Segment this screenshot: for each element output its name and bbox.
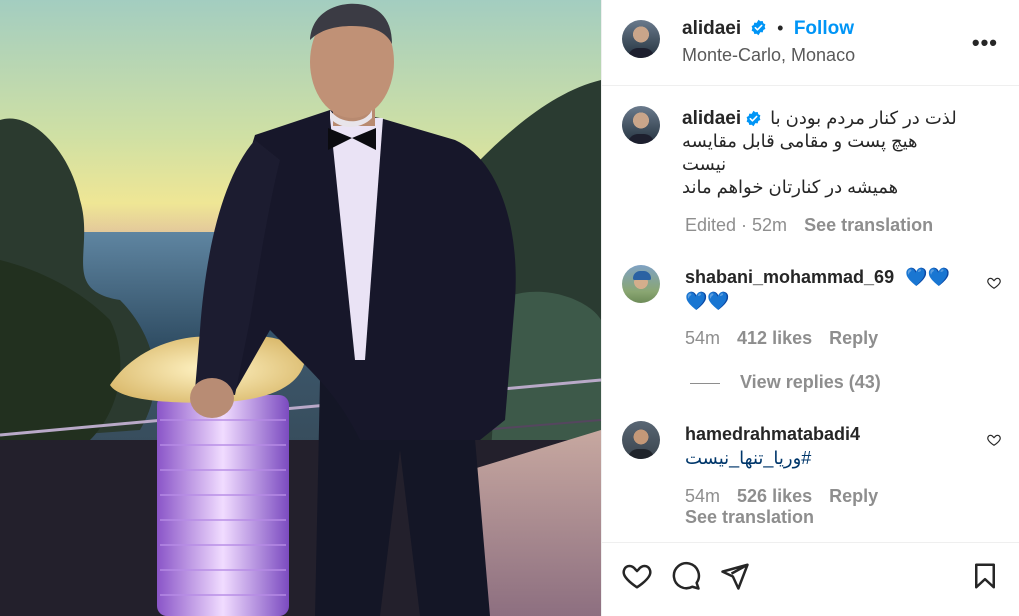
comment-likes[interactable]: 526 likes [737,486,812,506]
bookmark-icon[interactable] [970,561,1000,591]
view-replies-label: View replies (43) [740,372,881,392]
post-caption: alidaei لذت در کنار مردم بودن با هیچ پست… [682,107,982,199]
comment-emoji: 💙💙 [685,291,730,311]
comment-see-translation: See translation [685,507,814,528]
post-location[interactable]: Monte-Carlo, Monaco [682,45,855,66]
comment-heart-icon[interactable] [987,276,1001,290]
comment-bubble-icon[interactable] [671,561,701,591]
author-line: alidaei • Follow [682,18,854,40]
comment-hashtag-link[interactable]: #وریا_تنها_نیست [685,446,975,470]
comment-item: hamedrahmatabadi4 #وریا_تنها_نیست [685,422,975,470]
caption-author-avatar[interactable] [622,106,660,144]
see-translation-link[interactable]: See translation [685,507,814,527]
comment-reply-button[interactable]: Reply [829,486,878,506]
more-options-icon[interactable]: ••• [972,30,998,56]
caption-line: هیچ پست و مقامی قابل مقایسه [682,131,918,151]
post-side-panel: alidaei • Follow Monte-Carlo, Monaco •••… [601,0,1019,616]
caption-line: نیست [682,154,727,174]
view-replies-button[interactable]: View replies (43) [690,372,881,393]
comment-meta: 54m 412 likes Reply [685,328,878,349]
header-separator: • [777,18,784,38]
comment-reply-button[interactable]: Reply [829,328,878,348]
caption-meta: Edited · 52m See translation [685,215,933,236]
author-avatar[interactable] [622,20,660,58]
comment-likes[interactable]: 412 likes [737,328,812,348]
author-username[interactable]: alidaei [682,18,741,39]
caption-edited-time: Edited · 52m [685,215,788,235]
comment-avatar[interactable] [622,265,660,303]
caption-line: همیشه در کنارتان خواهم ماند [682,177,899,197]
comment-body: shabani_mohammad_69 💙💙 [685,265,975,289]
comment-emoji: 💙💙 [905,267,950,287]
comment-heart-icon[interactable] [987,433,1001,447]
post-photo[interactable] [0,0,601,616]
replies-divider [690,382,720,384]
comment-meta: 54m 526 likes Reply [685,486,878,507]
comment-avatar[interactable] [622,421,660,459]
verified-badge-icon [751,19,765,36]
post-action-bar [602,542,1019,616]
comment-username[interactable]: hamedrahmatabadi4 [685,424,860,444]
caption-author: alidaei [682,107,762,130]
comment-time: 54m [685,328,721,348]
comment-item: shabani_mohammad_69 💙💙 💙💙 [685,265,975,313]
post-header: alidaei • Follow Monte-Carlo, Monaco ••• [602,0,1019,86]
post-photo-illustration [0,3,601,616]
verified-badge-icon [746,110,761,127]
comment-username-line: hamedrahmatabadi4 [685,422,975,446]
follow-button[interactable]: Follow [794,18,854,39]
see-translation-link[interactable]: See translation [804,215,933,235]
comment-username[interactable]: shabani_mohammad_69 [685,267,894,287]
heart-icon[interactable] [622,561,652,591]
caption-username[interactable]: alidaei [682,107,741,130]
comment-time: 54m [685,486,721,506]
paper-plane-icon[interactable] [720,561,750,591]
